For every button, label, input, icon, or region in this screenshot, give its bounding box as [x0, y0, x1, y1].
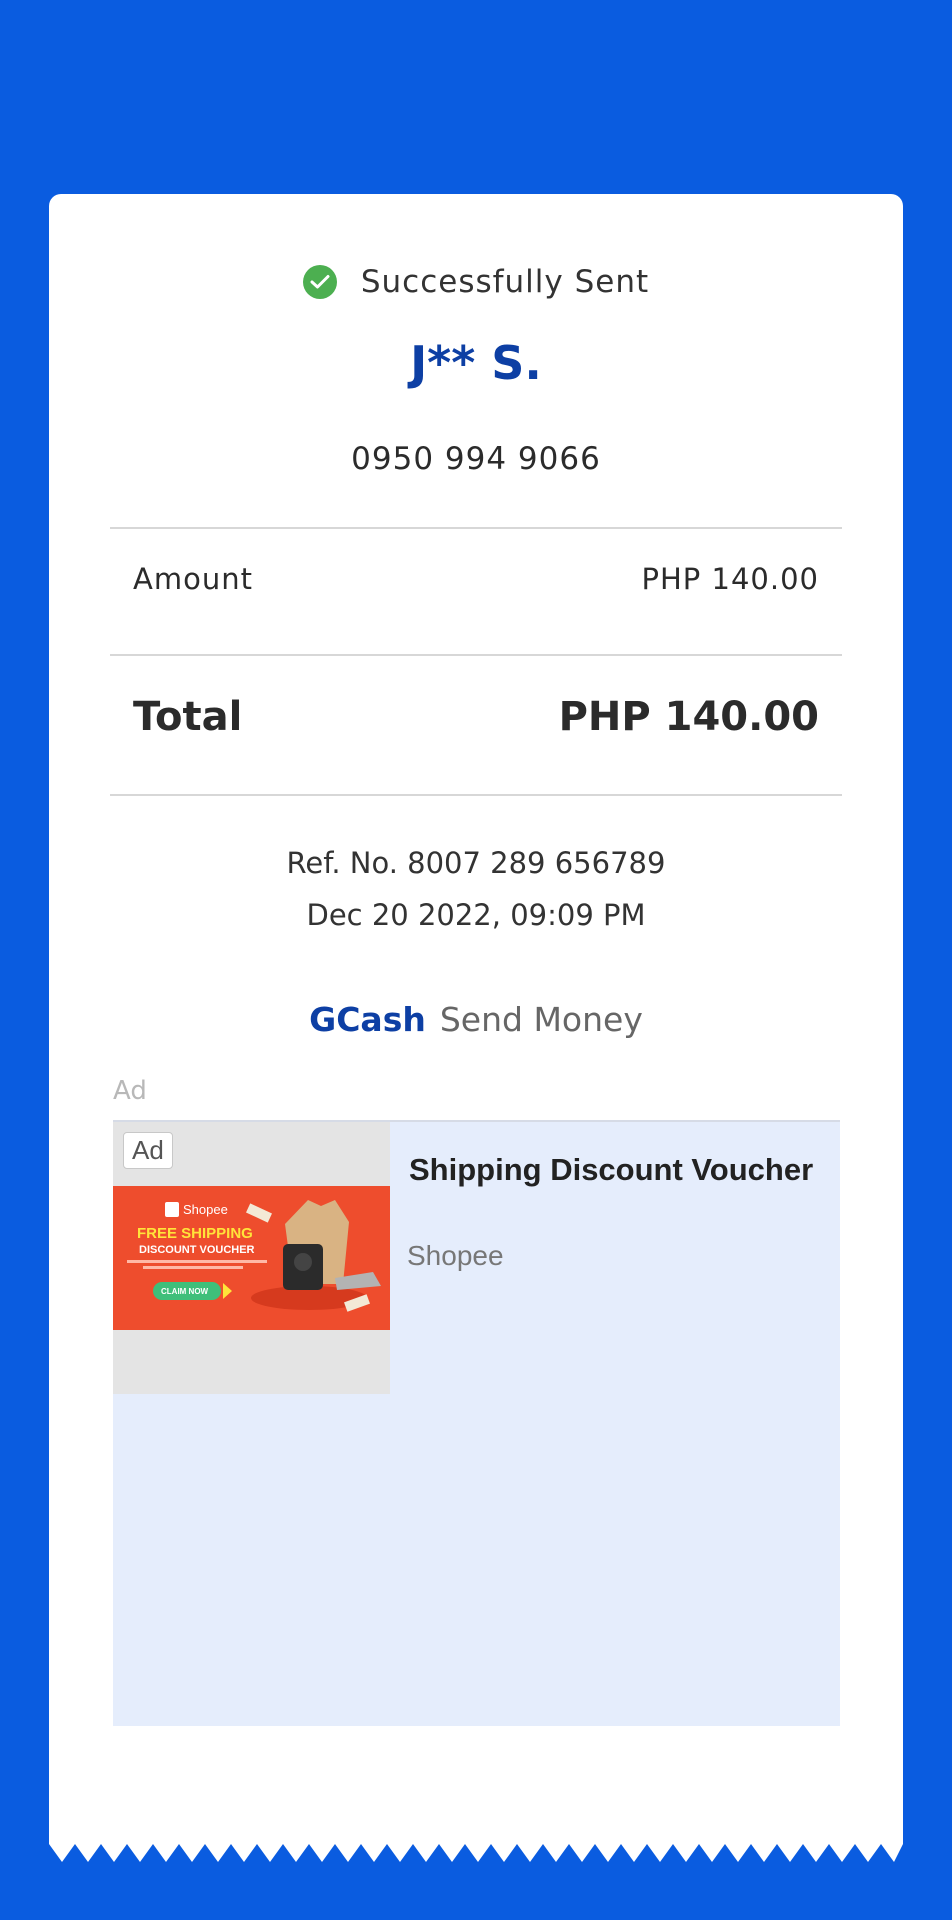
ad-banner-image[interactable]: Shopee FREE SHIPPING DISCOUNT VOUCHER CL…	[113, 1186, 390, 1330]
reference-number: Ref. No. 8007 289 656789	[286, 846, 666, 880]
status-text: Successfully Sent	[360, 264, 650, 300]
gcash-logo: GCash	[309, 1000, 426, 1039]
receipt-torn-edge	[49, 1844, 903, 1862]
banner-cta: CLAIM NOW	[161, 1287, 209, 1296]
total-row: Total PHP 140.00	[133, 694, 819, 740]
divider	[110, 654, 842, 656]
banner-subheadline: DISCOUNT VOUCHER	[139, 1244, 255, 1256]
ad-advertiser: Shopee	[407, 1240, 504, 1271]
brand-row: GCash Send Money	[49, 1000, 903, 1039]
banner-logo-text: Shopee	[183, 1202, 228, 1217]
divider	[110, 794, 842, 796]
total-value: PHP 140.00	[558, 694, 819, 740]
ad-title[interactable]: Shipping Discount Voucher	[409, 1152, 829, 1188]
receipt-card: Successfully Sent J** S. 0950 994 9066 A…	[49, 194, 903, 1844]
service-name: Send Money	[439, 1000, 643, 1039]
recipient-name: J** S.	[410, 336, 542, 390]
amount-value: PHP 140.00	[641, 562, 819, 596]
amount-label: Amount	[133, 562, 253, 596]
ad-banner-graphic: Shopee FREE SHIPPING DISCOUNT VOUCHER CL…	[113, 1186, 390, 1330]
amount-row: Amount PHP 140.00	[133, 562, 819, 596]
ad-badge: Ad	[123, 1132, 173, 1169]
ad-section-label: Ad	[113, 1076, 147, 1106]
status-row: Successfully Sent	[49, 264, 903, 300]
ad-image[interactable]: Shopee FREE SHIPPING DISCOUNT VOUCHER CL…	[113, 1122, 390, 1394]
divider	[110, 527, 842, 529]
ad-card[interactable]: Shopee FREE SHIPPING DISCOUNT VOUCHER CL…	[113, 1120, 840, 1726]
total-label: Total	[133, 694, 243, 740]
banner-headline: FREE SHIPPING	[137, 1225, 253, 1242]
transaction-datetime: Dec 20 2022, 09:09 PM	[306, 898, 646, 932]
check-circle-icon	[302, 265, 337, 299]
recipient-phone: 0950 994 9066	[351, 441, 601, 477]
